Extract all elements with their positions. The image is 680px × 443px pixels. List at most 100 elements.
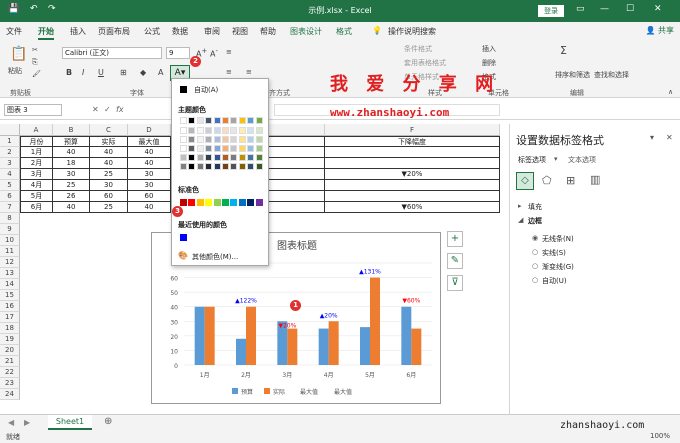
row-header[interactable]: 19 [0, 334, 20, 345]
paste-icon[interactable]: 📋 [10, 46, 27, 62]
theme-color-swatch[interactable] [255, 117, 263, 124]
row-header[interactable]: 20 [0, 345, 20, 356]
column-header[interactable]: F [325, 124, 500, 136]
theme-color-swatch[interactable] [180, 127, 187, 134]
theme-color-swatch[interactable] [180, 154, 187, 161]
ribbon-display-icon[interactable]: ▭ [576, 4, 585, 14]
conditional-format-button[interactable]: 条件格式 [404, 44, 432, 54]
bold-icon[interactable]: B [66, 68, 72, 77]
theme-color-swatch[interactable] [255, 154, 263, 161]
find-select-button[interactable]: 查找和选择 [594, 70, 629, 80]
align-top-icon[interactable]: ≡ [226, 48, 232, 56]
theme-color-swatch[interactable] [255, 145, 263, 152]
font-color-icon[interactable]: A [158, 68, 163, 77]
zoom-level[interactable]: 100% [650, 432, 670, 440]
theme-color-swatch[interactable] [222, 117, 229, 124]
table-cell[interactable]: 40 [90, 158, 128, 169]
no-line-option[interactable]: 无线条(N) [542, 234, 574, 244]
close-icon[interactable]: ✕ [654, 4, 662, 14]
table-cell[interactable]: 60 [128, 191, 171, 202]
theme-color-swatch[interactable] [188, 154, 196, 161]
tab-label-options[interactable]: 标签选项 [518, 155, 546, 165]
underline-icon[interactable]: U [98, 68, 104, 77]
row-header[interactable]: 24 [0, 389, 20, 400]
standard-color-swatch[interactable] [213, 199, 221, 206]
recent-color-swatch[interactable] [180, 234, 187, 241]
name-box[interactable]: 图表 3 [4, 104, 62, 116]
auto-line-option[interactable]: 自动(U) [542, 276, 567, 286]
theme-color-swatch[interactable] [230, 145, 238, 152]
next-sheet-icon[interactable]: ▶ [24, 418, 30, 427]
theme-color-swatch[interactable] [196, 154, 204, 161]
align-center-icon[interactable]: ≡ [246, 68, 252, 76]
theme-color-swatch[interactable] [230, 117, 238, 124]
table-cell[interactable]: 月份 [20, 136, 53, 147]
fill-section[interactable]: 填充 [528, 202, 542, 212]
standard-color-swatch[interactable] [205, 199, 213, 206]
theme-color-swatch[interactable] [205, 127, 213, 134]
radio-icon[interactable]: ○ [532, 262, 538, 270]
table-cell[interactable]: 3月 [20, 169, 53, 180]
theme-color-swatch[interactable] [247, 117, 255, 124]
table-cell[interactable]: 40 [53, 147, 90, 158]
border-collapse-icon[interactable]: ◢ [518, 216, 523, 224]
table-format-button[interactable]: 套用表格格式 [404, 58, 446, 68]
theme-color-swatch[interactable] [196, 136, 204, 143]
tab-home[interactable]: 开始 [38, 26, 54, 40]
theme-color-swatch[interactable] [205, 136, 213, 143]
theme-color-swatch[interactable] [205, 163, 213, 170]
solid-line-option[interactable]: 实线(S) [542, 248, 566, 258]
theme-color-swatch[interactable] [238, 127, 246, 134]
table-cell[interactable]: 30 [128, 180, 171, 191]
theme-color-swatch[interactable] [196, 117, 204, 124]
tell-me-search[interactable]: 操作说明搜索 [388, 26, 436, 37]
theme-color-swatch[interactable] [247, 127, 255, 134]
table-cell[interactable] [325, 180, 500, 191]
theme-color-swatch[interactable] [247, 154, 255, 161]
theme-color-swatch[interactable] [238, 117, 246, 124]
theme-color-swatch[interactable] [180, 145, 187, 152]
theme-color-swatch[interactable] [213, 154, 221, 161]
table-cell[interactable]: 6月 [20, 202, 53, 213]
theme-color-swatch[interactable] [255, 136, 263, 143]
gradient-line-option[interactable]: 渐变线(G) [542, 262, 574, 272]
theme-color-swatch[interactable] [213, 163, 221, 170]
theme-color-swatch[interactable] [196, 145, 204, 152]
theme-color-swatch[interactable] [230, 127, 238, 134]
delete-cells-button[interactable]: 删除 [482, 58, 496, 68]
italic-icon[interactable]: I [82, 68, 84, 77]
table-cell[interactable]: 2月 [20, 158, 53, 169]
radio-icon[interactable]: ○ [532, 248, 538, 256]
theme-color-swatch[interactable] [180, 117, 187, 124]
maximize-icon[interactable]: ☐ [626, 4, 634, 14]
chart-filters-button[interactable]: ⊽ [447, 275, 463, 291]
table-cell[interactable]: 实际 [90, 136, 128, 147]
row-header[interactable]: 9 [0, 224, 20, 235]
row-header[interactable]: 13 [0, 268, 20, 279]
table-cell[interactable]: 下降幅度 [325, 136, 500, 147]
fill-expand-icon[interactable]: ▸ [518, 202, 522, 210]
table-cell[interactable] [325, 147, 500, 158]
table-cell[interactable]: 4月 [20, 180, 53, 191]
theme-color-swatch[interactable] [213, 117, 221, 124]
enter-icon[interactable]: ✓ [104, 105, 111, 114]
theme-color-swatch[interactable] [247, 145, 255, 152]
theme-color-swatch[interactable] [188, 127, 196, 134]
tab-chart-design[interactable]: 图表设计 [290, 26, 322, 37]
autosum-icon[interactable]: Σ [560, 44, 567, 57]
table-cell[interactable]: 18 [53, 158, 90, 169]
tab-review[interactable]: 审阅 [204, 26, 220, 37]
row-header[interactable]: 3 [0, 158, 20, 169]
theme-color-swatch[interactable] [230, 154, 238, 161]
table-cell[interactable]: 预算 [53, 136, 90, 147]
row-header[interactable]: 12 [0, 257, 20, 268]
theme-color-swatch[interactable] [222, 127, 229, 134]
standard-color-swatch[interactable] [247, 199, 255, 206]
font-size-select[interactable]: 9 [166, 47, 190, 59]
column-header[interactable]: C [90, 124, 128, 136]
row-header[interactable]: 7 [0, 202, 20, 213]
theme-color-swatch[interactable] [205, 145, 213, 152]
tab-text-options[interactable]: 文本选项 [568, 155, 596, 165]
row-header[interactable]: 10 [0, 235, 20, 246]
theme-color-swatch[interactable] [188, 163, 196, 170]
